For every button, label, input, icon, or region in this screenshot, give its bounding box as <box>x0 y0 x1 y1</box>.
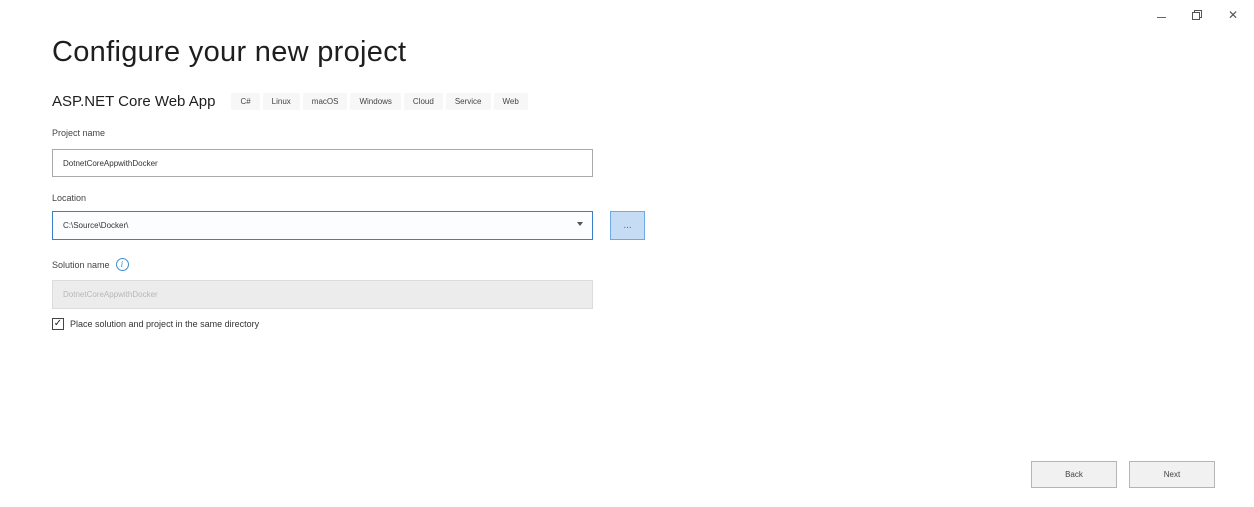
same-directory-checkbox[interactable]: ✓ <box>52 318 64 330</box>
tag-linux: Linux <box>262 93 300 110</box>
tag-csharp: C# <box>231 93 260 110</box>
location-dropdown[interactable]: C:\Source\Docker\ <box>52 211 593 240</box>
tag-macos: macOS <box>302 93 348 110</box>
tag-service: Service <box>445 93 491 110</box>
solution-name-label: Solution name i <box>52 258 129 271</box>
project-name-label-text: Project name <box>52 128 106 138</box>
location-label: Location <box>52 193 86 203</box>
project-name-value: DotnetCoreAppwithDocker <box>63 158 158 168</box>
restore-icon <box>1192 10 1202 20</box>
location-value: C:\Source\Docker\ <box>63 221 129 230</box>
minimize-icon <box>1156 16 1166 18</box>
close-icon: ✕ <box>1227 8 1239 22</box>
location-label-text: Location <box>52 193 87 203</box>
tag-cloud: Cloud <box>403 93 443 110</box>
page-title: Configure your new project <box>52 36 407 68</box>
chevron-down-icon[interactable] <box>577 222 583 226</box>
back-label: Back <box>1065 470 1083 479</box>
tag-windows: Windows <box>350 93 401 110</box>
minimize-button[interactable] <box>1154 8 1168 22</box>
solution-name-value: DotnetCoreAppwithDocker <box>63 290 158 299</box>
window-controls: ✕ <box>1154 8 1240 22</box>
template-row: ASP.NET Core Web App C# Linux macOS Wind… <box>52 93 531 110</box>
info-icon[interactable]: i <box>115 258 129 271</box>
project-name-label: Project name <box>52 128 105 138</box>
next-label: Next <box>1163 470 1181 479</box>
template-name: ASP.NET Core Web App <box>52 93 216 110</box>
solution-name-input: DotnetCoreAppwithDocker <box>52 280 593 309</box>
same-directory-option[interactable]: ✓ Place solution and project in the same… <box>52 318 259 330</box>
project-name-input[interactable]: DotnetCoreAppwithDocker <box>52 149 593 177</box>
same-directory-label: Place solution and project in the same d… <box>70 319 260 329</box>
tag-web: Web <box>493 93 528 110</box>
browse-label: ... <box>623 220 632 231</box>
browse-button[interactable]: ... <box>610 211 645 240</box>
close-button[interactable]: ✕ <box>1226 8 1240 22</box>
next-button[interactable]: Next <box>1129 461 1215 488</box>
back-button[interactable]: Back <box>1031 461 1117 488</box>
solution-name-label-text: Solution name <box>52 259 110 270</box>
restore-button[interactable] <box>1190 8 1204 22</box>
